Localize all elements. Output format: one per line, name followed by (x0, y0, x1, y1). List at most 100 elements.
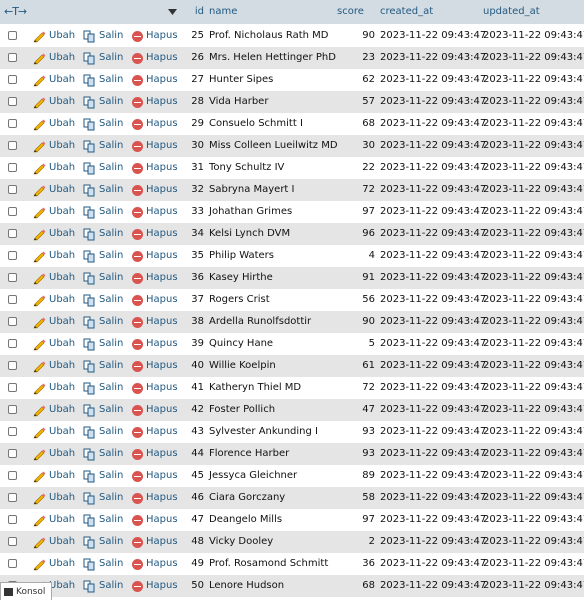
delete-row-link[interactable]: Hapus (132, 355, 178, 377)
column-header-id[interactable]: id (180, 0, 204, 24)
delete-row-link[interactable]: Hapus (132, 135, 178, 157)
row-select-checkbox[interactable] (8, 207, 17, 216)
copy-row-link[interactable]: Salin (83, 113, 123, 135)
row-select-checkbox[interactable] (8, 97, 17, 106)
copy-row-link[interactable]: Salin (83, 311, 123, 333)
edit-row-link[interactable]: Ubah (33, 223, 75, 245)
delete-row-link[interactable]: Hapus (132, 179, 178, 201)
delete-row-link[interactable]: Hapus (132, 553, 178, 575)
delete-row-link[interactable]: Hapus (132, 311, 178, 333)
delete-row-link[interactable]: Hapus (132, 443, 178, 465)
copy-row-link[interactable]: Salin (83, 135, 123, 157)
edit-row-link[interactable]: Ubah (33, 135, 75, 157)
copy-row-link[interactable]: Salin (83, 91, 123, 113)
edit-row-link[interactable]: Ubah (33, 91, 75, 113)
row-select-checkbox[interactable] (8, 559, 17, 568)
copy-row-link[interactable]: Salin (83, 47, 123, 69)
edit-row-link[interactable]: Ubah (33, 509, 75, 531)
edit-row-link[interactable]: Ubah (33, 377, 75, 399)
edit-row-link[interactable]: Ubah (33, 465, 75, 487)
row-select-checkbox[interactable] (8, 229, 17, 238)
copy-row-link[interactable]: Salin (83, 25, 123, 47)
edit-row-link[interactable]: Ubah (33, 355, 75, 377)
edit-row-link[interactable]: Ubah (33, 421, 75, 443)
copy-row-link[interactable]: Salin (83, 465, 123, 487)
delete-row-link[interactable]: Hapus (132, 377, 178, 399)
edit-row-link[interactable]: Ubah (33, 245, 75, 267)
copy-row-link[interactable]: Salin (83, 421, 123, 443)
copy-row-link[interactable]: Salin (83, 487, 123, 509)
row-select-checkbox[interactable] (8, 493, 17, 502)
row-select-checkbox[interactable] (8, 163, 17, 172)
edit-row-link[interactable]: Ubah (33, 553, 75, 575)
edit-row-link[interactable]: Ubah (33, 267, 75, 289)
delete-row-link[interactable]: Hapus (132, 421, 178, 443)
copy-row-link[interactable]: Salin (83, 531, 123, 553)
row-select-checkbox[interactable] (8, 141, 17, 150)
edit-row-link[interactable]: Ubah (33, 399, 75, 421)
edit-row-link[interactable]: Ubah (33, 201, 75, 223)
delete-row-link[interactable]: Hapus (132, 25, 178, 47)
delete-row-link[interactable]: Hapus (132, 69, 178, 91)
edit-row-link[interactable]: Ubah (33, 289, 75, 311)
row-select-checkbox[interactable] (8, 251, 17, 260)
row-select-checkbox[interactable] (8, 119, 17, 128)
column-header-created-at[interactable]: created_at (380, 0, 433, 24)
copy-row-link[interactable]: Salin (83, 355, 123, 377)
copy-row-link[interactable]: Salin (83, 443, 123, 465)
delete-row-link[interactable]: Hapus (132, 245, 178, 267)
copy-row-link[interactable]: Salin (83, 377, 123, 399)
row-select-checkbox[interactable] (8, 383, 17, 392)
delete-row-link[interactable]: Hapus (132, 575, 178, 597)
sort-triangle-icon[interactable] (168, 0, 177, 24)
edit-row-link[interactable]: Ubah (33, 487, 75, 509)
edit-row-link[interactable]: Ubah (33, 333, 75, 355)
delete-row-link[interactable]: Hapus (132, 465, 178, 487)
row-select-checkbox[interactable] (8, 317, 17, 326)
row-select-checkbox[interactable] (8, 471, 17, 480)
edit-row-link[interactable]: Ubah (33, 69, 75, 91)
edit-row-link[interactable]: Ubah (33, 47, 75, 69)
edit-row-link[interactable]: Ubah (33, 157, 75, 179)
delete-row-link[interactable]: Hapus (132, 289, 178, 311)
copy-row-link[interactable]: Salin (83, 333, 123, 355)
copy-row-link[interactable]: Salin (83, 289, 123, 311)
copy-row-link[interactable]: Salin (83, 575, 123, 597)
delete-row-link[interactable]: Hapus (132, 91, 178, 113)
edit-row-link[interactable]: Ubah (33, 113, 75, 135)
row-select-checkbox[interactable] (8, 537, 17, 546)
column-nav-arrows[interactable]: ←T→ (4, 0, 27, 24)
row-select-checkbox[interactable] (8, 405, 17, 414)
copy-row-link[interactable]: Salin (83, 201, 123, 223)
copy-row-link[interactable]: Salin (83, 399, 123, 421)
row-select-checkbox[interactable] (8, 75, 17, 84)
edit-row-link[interactable]: Ubah (33, 531, 75, 553)
column-header-score[interactable]: score (337, 0, 380, 24)
delete-row-link[interactable]: Hapus (132, 157, 178, 179)
edit-row-link[interactable]: Ubah (33, 311, 75, 333)
copy-row-link[interactable]: Salin (83, 245, 123, 267)
copy-row-link[interactable]: Salin (83, 179, 123, 201)
row-select-checkbox[interactable] (8, 361, 17, 370)
copy-row-link[interactable]: Salin (83, 509, 123, 531)
row-select-checkbox[interactable] (8, 515, 17, 524)
console-tab[interactable]: Konsol (0, 582, 52, 600)
row-select-checkbox[interactable] (8, 273, 17, 282)
row-select-checkbox[interactable] (8, 339, 17, 348)
delete-row-link[interactable]: Hapus (132, 267, 178, 289)
delete-row-link[interactable]: Hapus (132, 333, 178, 355)
column-header-name[interactable]: name (209, 0, 237, 24)
edit-row-link[interactable]: Ubah (33, 179, 75, 201)
row-select-checkbox[interactable] (8, 31, 17, 40)
row-select-checkbox[interactable] (8, 427, 17, 436)
delete-row-link[interactable]: Hapus (132, 201, 178, 223)
row-select-checkbox[interactable] (8, 295, 17, 304)
delete-row-link[interactable]: Hapus (132, 509, 178, 531)
delete-row-link[interactable]: Hapus (132, 113, 178, 135)
copy-row-link[interactable]: Salin (83, 157, 123, 179)
edit-row-link[interactable]: Ubah (33, 25, 75, 47)
delete-row-link[interactable]: Hapus (132, 399, 178, 421)
edit-row-link[interactable]: Ubah (33, 443, 75, 465)
delete-row-link[interactable]: Hapus (132, 531, 178, 553)
delete-row-link[interactable]: Hapus (132, 487, 178, 509)
